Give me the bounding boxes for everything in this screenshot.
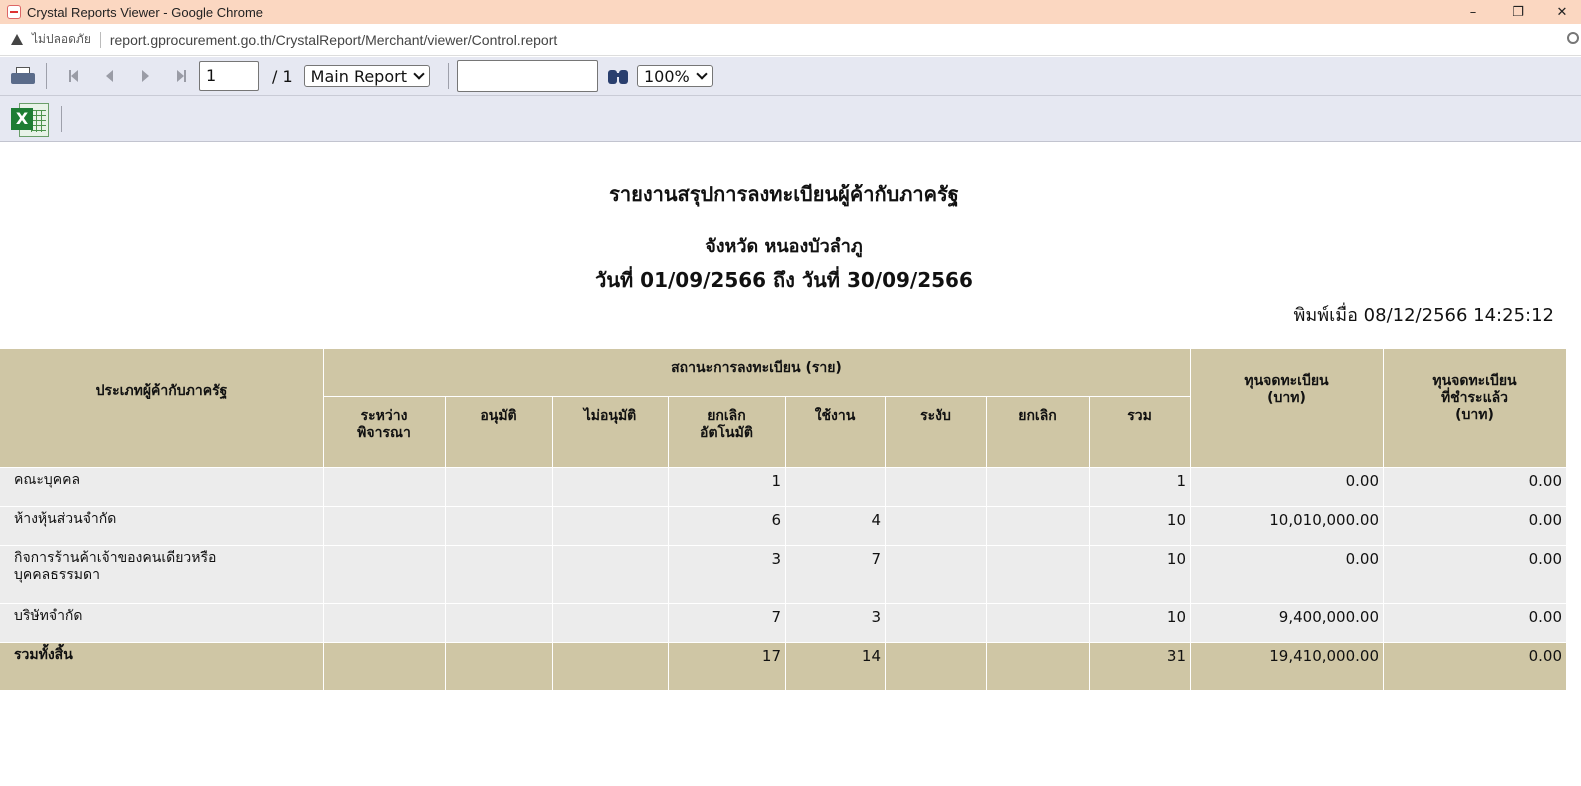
print-icon[interactable] <box>10 66 36 86</box>
cell-auto-cancel: 6 <box>771 511 781 529</box>
export-toolbar: X <box>0 96 1581 142</box>
grid-line <box>323 396 1190 397</box>
cell-capital: 10,010,000.00 <box>1269 511 1379 529</box>
window-title: Crystal Reports Viewer - Google Chrome <box>27 4 264 20</box>
search-text-input[interactable] <box>456 60 598 92</box>
row-type-label: รวมทั้งสิ้น <box>14 647 73 663</box>
close-button[interactable]: ✕ <box>1540 0 1581 24</box>
site-info-icon[interactable] <box>1567 32 1579 44</box>
previous-page-button[interactable] <box>97 64 121 88</box>
chevron-down-icon <box>696 68 708 80</box>
header-suspended: ระงับ <box>885 396 986 467</box>
grid-line <box>0 467 1566 468</box>
report-page: รายงานสรุปการลงทะเบียนผู้ค้ากับภาครัฐ จั… <box>0 142 1581 786</box>
header-active: ใช้งาน <box>785 396 885 467</box>
row-type-label: กิจการร้านค้าเจ้าของคนเดียวหรือ บุคคลธรร… <box>14 550 217 583</box>
row-type-label: บริษัทจำกัด <box>14 608 83 624</box>
report-date-range: วันที่ 01/09/2566 ถึง วันที่ 30/09/2566 <box>595 268 973 292</box>
report-select-value: Main Report <box>310 66 407 86</box>
header-auto-cancel: ยกเลิก อัตโนมัติ <box>668 396 785 467</box>
cell-total: 31 <box>1166 647 1186 665</box>
grid-line <box>986 396 987 690</box>
header-type: ประเภทผู้ค้ากับภาครัฐ <box>0 349 323 467</box>
grid-line <box>323 349 324 690</box>
report-select[interactable]: Main Report <box>303 65 430 87</box>
grid-line <box>552 396 553 690</box>
cell-capital: 9,400,000.00 <box>1278 608 1379 626</box>
page-total: / 1 <box>272 66 293 86</box>
grid-line <box>1383 349 1384 690</box>
crystal-app-icon <box>7 5 21 19</box>
cell-auto-cancel: 17 <box>761 647 781 665</box>
report-title: รายงานสรุปการลงทะเบียนผู้ค้ากับภาครัฐ <box>609 182 959 206</box>
header-status-group: สถานะการลงทะเบียน (ราย) <box>323 349 1190 396</box>
printed-timestamp: พิมพ์เมื่อ 08/12/2566 14:25:12 <box>1293 305 1554 326</box>
grid-line <box>885 396 886 690</box>
cell-paid-capital: 0.00 <box>1528 472 1562 490</box>
security-status[interactable]: ไม่ปลอดภัย <box>32 30 91 49</box>
grid-line <box>668 396 669 690</box>
cell-total: 10 <box>1166 511 1186 529</box>
cell-paid-capital: 0.00 <box>1528 647 1562 665</box>
cell-active: 3 <box>871 608 881 626</box>
header-total: รวม <box>1089 396 1190 467</box>
grid-line <box>785 396 786 690</box>
last-page-button[interactable] <box>169 64 193 88</box>
grid-line <box>0 690 1566 691</box>
url-text[interactable]: report.gprocurement.go.th/CrystalReport/… <box>110 32 557 48</box>
cell-total: 10 <box>1166 550 1186 568</box>
cell-capital: 19,410,000.00 <box>1269 647 1379 665</box>
cell-paid-capital: 0.00 <box>1528 511 1562 529</box>
toolbar-separator <box>447 63 449 89</box>
header-capital: ทุนจดทะเบียน (บาท) <box>1190 349 1383 467</box>
cell-auto-cancel: 7 <box>771 608 781 626</box>
toolbar-separator <box>46 63 47 89</box>
cell-active: 4 <box>871 511 881 529</box>
restore-button[interactable]: ❐ <box>1496 0 1540 24</box>
header-pending: ระหว่าง พิจารณา <box>323 396 445 467</box>
next-page-button[interactable] <box>133 64 157 88</box>
page-number-input[interactable]: 1 <box>199 61 259 91</box>
header-approved: อนุมัติ <box>445 396 552 467</box>
cell-paid-capital: 0.00 <box>1528 550 1562 568</box>
address-bar: ไม่ปลอดภัย report.gprocurement.go.th/Cry… <box>0 24 1581 56</box>
cell-total: 10 <box>1166 608 1186 626</box>
cell-auto-cancel: 1 <box>771 472 781 490</box>
grid-line <box>1089 396 1090 690</box>
zoom-select[interactable]: 100% <box>636 65 713 87</box>
cell-active: 7 <box>871 550 881 568</box>
window-title-bar: Crystal Reports Viewer - Google Chrome –… <box>0 0 1581 24</box>
grid-line <box>0 603 1566 604</box>
grid-line <box>445 396 446 690</box>
cell-capital: 0.00 <box>1345 472 1379 490</box>
minimize-button[interactable]: – <box>1451 0 1495 24</box>
grid-line <box>0 545 1566 546</box>
chevron-down-icon <box>413 68 425 80</box>
header-rejected: ไม่อนุมัติ <box>552 396 668 467</box>
cell-capital: 0.00 <box>1345 550 1379 568</box>
grid-line <box>1190 349 1191 690</box>
address-separator <box>99 31 101 48</box>
cell-paid-capital: 0.00 <box>1528 608 1562 626</box>
zoom-value: 100% <box>643 66 690 86</box>
row-type-label: ห้างหุ้นส่วนจำกัด <box>14 511 117 527</box>
report-toolbar: 1 / 1 Main Report 100% <box>0 57 1581 96</box>
excel-export-icon[interactable]: X <box>11 101 49 137</box>
warning-icon[interactable] <box>11 34 23 45</box>
cell-total: 1 <box>1176 472 1186 490</box>
cell-auto-cancel: 3 <box>771 550 781 568</box>
binoculars-icon[interactable] <box>607 66 629 86</box>
row-type-label: คณะบุคคล <box>14 472 81 488</box>
header-paid-capital: ทุนจดทะเบียน ที่ชำระแล้ว (บาท) <box>1383 349 1566 467</box>
first-page-button[interactable] <box>61 64 85 88</box>
header-cancelled: ยกเลิก <box>986 396 1089 467</box>
toolbar-separator <box>61 105 62 132</box>
grid-line <box>0 642 1566 643</box>
cell-active: 14 <box>861 647 881 665</box>
grid-line <box>0 506 1566 507</box>
report-province: จังหวัด หนองบัวลำภู <box>705 236 863 257</box>
